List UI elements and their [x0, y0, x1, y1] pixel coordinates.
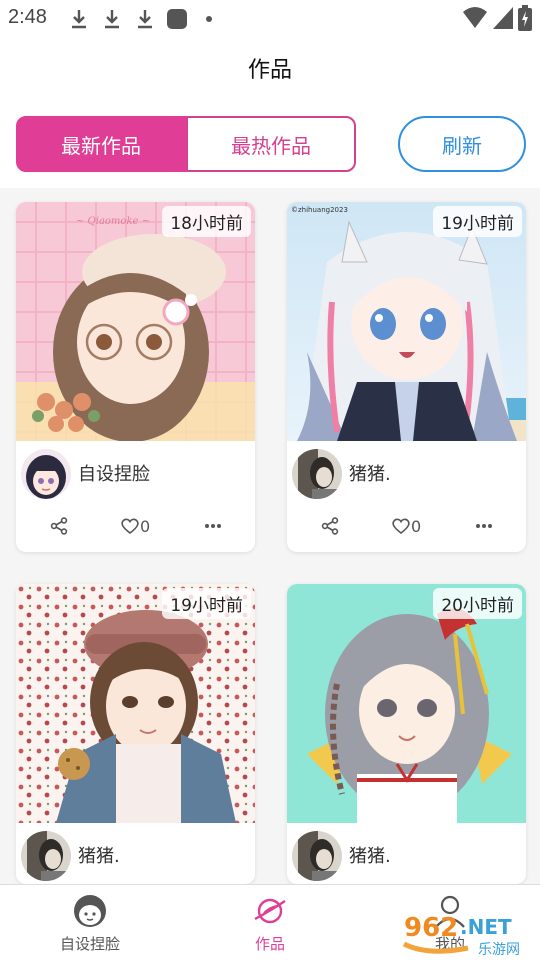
work-image[interactable]: ©zhihuang2023	[287, 202, 526, 441]
more-notifications-dot-icon	[206, 16, 212, 22]
svg-text:~ Qiaomoke ~: ~ Qiaomoke ~	[76, 216, 150, 227]
like-count: 0	[411, 516, 422, 536]
author-row[interactable]: 猪猪.	[16, 828, 255, 884]
tab-latest-works[interactable]: 最新作品	[16, 116, 186, 172]
work-card[interactable]: ~ Qiaomoke ~ 18小时前 自设捏脸 0	[16, 202, 255, 552]
share-icon	[50, 517, 68, 535]
tab-hottest-works[interactable]: 最热作品	[186, 116, 356, 172]
author-row[interactable]: 猪猪.	[287, 446, 526, 502]
nav-label: 自设捏脸	[59, 935, 120, 953]
more-dots-icon	[205, 524, 221, 528]
author-row[interactable]: 猪猪.	[287, 828, 526, 884]
post-time-badge: 18小时前	[162, 206, 251, 237]
more-button[interactable]	[475, 514, 493, 538]
status-time: 2:48	[8, 6, 47, 28]
like-count: 0	[140, 516, 151, 536]
refresh-button[interactable]: 刷新	[398, 116, 526, 172]
face-icon	[74, 895, 106, 927]
svg-text:.NET: .NET	[460, 915, 512, 939]
page-title: 作品	[247, 58, 292, 83]
post-time-badge: 20小时前	[433, 588, 522, 619]
heart-icon	[392, 518, 410, 535]
like-button[interactable]: 0	[391, 514, 421, 538]
post-time-badge: 19小时前	[433, 206, 522, 237]
app-notification-icon	[167, 9, 187, 29]
author-name: 猪猪.	[349, 846, 391, 867]
like-button[interactable]: 0	[120, 514, 150, 538]
work-card[interactable]: ©zhihuang2023 19小时前 猪猪. 0	[287, 202, 526, 552]
download-icon	[105, 10, 119, 29]
svg-text:乐游网: 乐游网	[478, 942, 520, 958]
author-row[interactable]: 自设捏脸	[16, 446, 255, 502]
wifi-icon	[463, 7, 487, 28]
download-icon	[72, 10, 86, 29]
app-header: 作品	[0, 38, 540, 100]
work-card[interactable]: 19小时前 猪猪.	[16, 584, 255, 884]
share-button[interactable]	[50, 514, 68, 538]
more-dots-icon	[476, 524, 492, 528]
share-icon	[321, 517, 339, 535]
heart-icon	[121, 518, 139, 535]
nav-label: 作品	[254, 935, 285, 953]
work-image[interactable]	[287, 584, 526, 823]
post-time-badge: 19小时前	[162, 588, 251, 619]
author-name: 自设捏脸	[78, 464, 150, 485]
avatar[interactable]	[292, 449, 342, 499]
status-bar: 2:48	[0, 0, 540, 38]
download-icon	[138, 10, 152, 29]
card-actions: 0	[287, 502, 526, 550]
card-actions: 0	[16, 502, 255, 550]
avatar[interactable]	[21, 449, 71, 499]
share-button[interactable]	[321, 514, 339, 538]
avatar[interactable]	[292, 831, 342, 881]
cell-signal-icon	[493, 7, 513, 29]
svg-text:©zhihuang2023: ©zhihuang2023	[291, 206, 348, 214]
planet-icon	[254, 898, 286, 924]
site-watermark-logo: 962 .NET 乐游网	[402, 913, 520, 958]
battery-charging-icon	[518, 5, 532, 31]
tabs-row: 最新作品 最热作品 刷新	[0, 100, 540, 188]
work-image[interactable]	[16, 584, 255, 823]
avatar[interactable]	[21, 831, 71, 881]
more-button[interactable]	[204, 514, 222, 538]
work-image[interactable]: ~ Qiaomoke ~	[16, 202, 255, 441]
author-name: 猪猪.	[349, 464, 391, 485]
nav-item-works[interactable]: 作品	[180, 885, 360, 960]
author-name: 猪猪.	[78, 846, 120, 867]
svg-text:962: 962	[404, 913, 458, 943]
nav-item-custom-face[interactable]: 自设捏脸	[0, 885, 180, 960]
work-card[interactable]: 20小时前 猪猪.	[287, 584, 526, 884]
